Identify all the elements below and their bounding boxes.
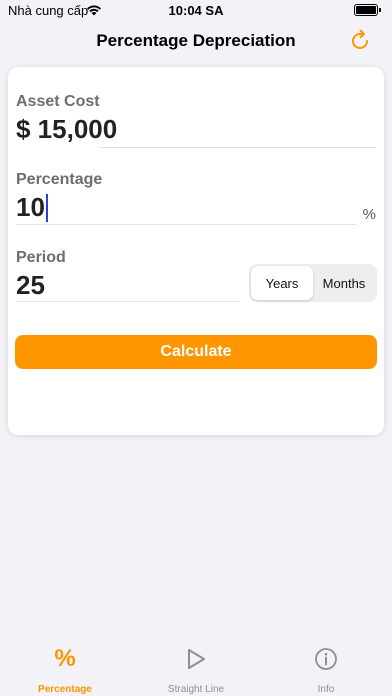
asset-cost-underline <box>100 147 376 148</box>
tab-info-label: Info <box>317 684 335 695</box>
percentage-input[interactable]: 10 <box>16 192 48 223</box>
asset-cost-label: Asset Cost <box>16 93 100 110</box>
tab-info[interactable]: Info <box>276 645 376 695</box>
page-title: Percentage Depreciation <box>96 31 296 50</box>
percentage-label: Percentage <box>16 171 103 188</box>
segment-months[interactable]: Months <box>313 266 375 300</box>
percent-unit-label: % <box>362 206 376 223</box>
segment-years[interactable]: Years <box>251 266 313 300</box>
period-label: Period <box>16 249 66 266</box>
text-caret <box>45 193 48 222</box>
battery-icon <box>354 4 381 16</box>
tab-straight-line-label: Straight Line <box>167 684 225 695</box>
status-time: 10:04 SA <box>168 3 224 18</box>
calculate-button[interactable]: Calculate <box>15 335 377 369</box>
period-underline <box>16 301 240 302</box>
status-bar: Nhà cung cấp 10:04 SA <box>0 0 392 22</box>
percentage-underline <box>16 224 356 225</box>
refresh-button[interactable] <box>346 27 374 55</box>
tab-percentage[interactable]: % Percentage <box>15 645 115 695</box>
percentage-value: 10 <box>16 192 45 222</box>
info-icon <box>315 648 337 670</box>
period-input[interactable]: 25 <box>16 270 45 301</box>
tab-percentage-label: Percentage <box>38 684 92 695</box>
calculator-card: Asset Cost $ 15,000 Percentage 10 % Peri… <box>8 67 384 435</box>
tab-straight-line[interactable]: Straight Line <box>146 645 246 695</box>
play-icon <box>188 649 205 669</box>
tab-bar: % Percentage Straight Line Info <box>0 645 392 696</box>
screen: Nhà cung cấp 10:04 SA Percentage Depreci… <box>0 0 392 696</box>
asset-cost-input[interactable]: $ 15,000 <box>16 114 117 145</box>
percent-icon: % <box>54 645 76 672</box>
refresh-icon <box>352 29 368 49</box>
period-unit-segmented-control: Years Months <box>249 264 377 302</box>
